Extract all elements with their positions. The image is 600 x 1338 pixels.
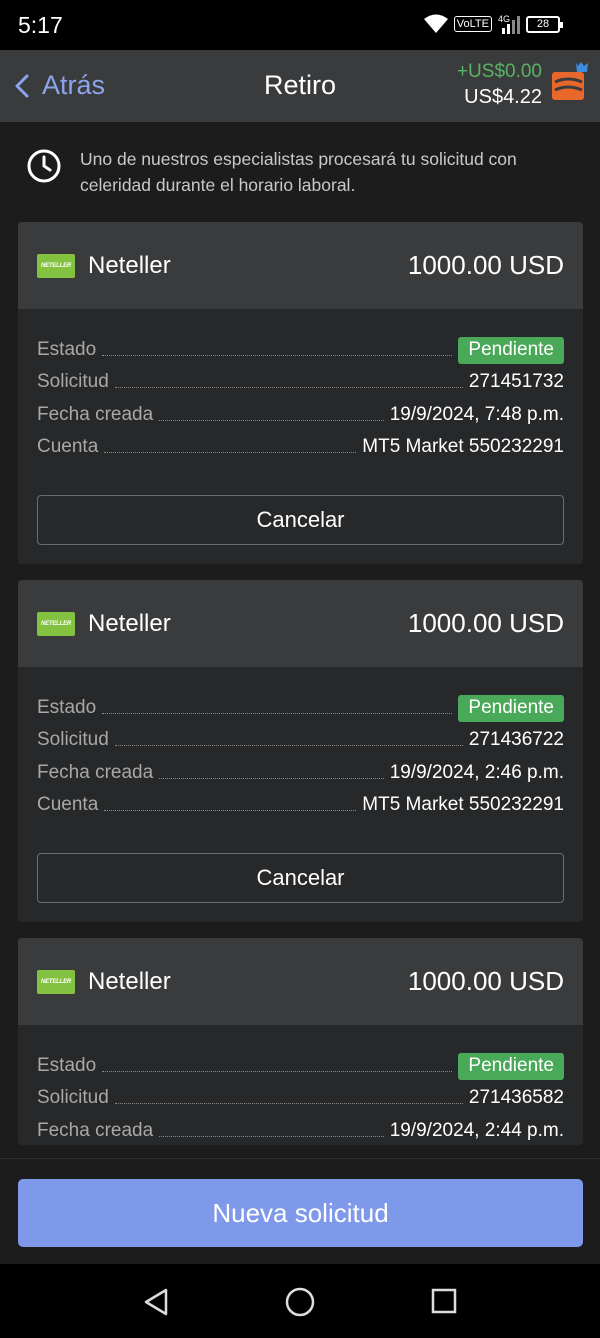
status-row: Estado Pendiente [37, 1047, 564, 1080]
account-row: Cuenta MT5 Market 550232291 [37, 429, 564, 462]
neteller-logo-icon: NETELLER [37, 253, 75, 278]
info-notice: Uno de nuestros especialistas procesará … [26, 146, 576, 198]
status-badge: Pendiente [458, 1052, 564, 1080]
card-header: NETELLER Neteller 1000.00 USD [18, 580, 583, 667]
created-label: Fecha creada [37, 1119, 154, 1141]
created-label: Fecha creada [37, 403, 154, 425]
wifi-icon [423, 14, 448, 33]
withdrawal-amount: 1000.00 USD [407, 966, 564, 996]
request-row: Solicitud 271436582 [37, 1080, 564, 1113]
account-value: MT5 Market 550232291 [362, 436, 564, 457]
account-row: Cuenta MT5 Market 550232291 [37, 787, 564, 820]
created-row: Fecha creada 19/9/2024, 2:46 p.m. [37, 754, 564, 787]
request-row: Solicitud 271451732 [37, 364, 564, 397]
volte-icon: VoLTE [453, 16, 492, 32]
withdrawal-amount: 1000.00 USD [407, 608, 564, 638]
request-id: 271436722 [468, 729, 564, 750]
app-header: Atrás Retiro +US$0.00 US$4.22 [0, 50, 600, 122]
status-label: Estado [37, 338, 97, 360]
created-date: 19/9/2024, 2:46 p.m. [389, 761, 564, 783]
account-label: Cuenta [37, 794, 99, 815]
status-badge: Pendiente [458, 694, 564, 722]
clock-icon [27, 149, 61, 183]
status-time: 5:17 [18, 12, 63, 38]
request-label: Solicitud [37, 371, 109, 392]
cancel-button[interactable]: Cancelar [37, 495, 564, 545]
account-label: Cuenta [37, 436, 99, 457]
account-balance[interactable]: +US$0.00 US$4.22 [457, 60, 542, 110]
balance-change: +US$0.00 [456, 61, 542, 82]
chevron-left-icon [15, 74, 29, 97]
nav-home-icon[interactable] [284, 1286, 316, 1318]
status-label: Estado [37, 1054, 97, 1076]
request-label: Solicitud [37, 729, 109, 750]
request-row: Solicitud 271436722 [37, 722, 564, 755]
payment-method: Neteller [88, 967, 171, 995]
created-row: Fecha creada 19/9/2024, 7:48 p.m. [37, 396, 564, 429]
back-button[interactable]: Atrás [14, 70, 105, 101]
created-label: Fecha creada [37, 761, 154, 783]
new-request-button[interactable]: Nueva solicitud [18, 1179, 583, 1247]
neteller-logo-icon: NETELLER [37, 611, 75, 636]
nav-back-icon[interactable] [142, 1288, 170, 1316]
withdrawal-amount: 1000.00 USD [407, 250, 564, 280]
signal-icon: 4G [498, 14, 520, 34]
status-bar: 5:17 VoLTE 4G 28 [0, 0, 600, 50]
neteller-logo-icon: NETELLER [37, 969, 75, 994]
status-row: Estado Pendiente [37, 689, 564, 722]
system-nav-bar [0, 1264, 600, 1338]
withdrawal-card: NETELLER Neteller 1000.00 USD Estado Pen… [18, 938, 583, 1145]
nav-recent-icon[interactable] [431, 1288, 457, 1314]
status-badge: Pendiente [458, 336, 564, 364]
status-icons: VoLTE 4G 28 [423, 14, 563, 34]
request-id: 271436582 [468, 1087, 564, 1108]
withdrawal-card: NETELLER Neteller 1000.00 USD Estado Pen… [18, 580, 583, 922]
payment-method: Neteller [88, 609, 171, 637]
battery-icon: 28 [526, 15, 563, 33]
status-row: Estado Pendiente [37, 331, 564, 364]
svg-text:4G: 4G [498, 14, 510, 24]
created-date: 19/9/2024, 2:44 p.m. [389, 1119, 564, 1141]
request-label: Solicitud [37, 1087, 109, 1108]
broker-logo-icon[interactable] [550, 62, 592, 104]
cancel-button[interactable]: Cancelar [37, 853, 564, 903]
payment-method: Neteller [88, 251, 171, 279]
created-row: Fecha creada 19/9/2024, 2:44 p.m. [37, 1112, 564, 1145]
balance-total: US$4.22 [464, 86, 542, 108]
bottom-bar: Nueva solicitud [0, 1158, 600, 1264]
card-header: NETELLER Neteller 1000.00 USD [18, 222, 583, 309]
status-label: Estado [37, 696, 97, 718]
card-header: NETELLER Neteller 1000.00 USD [18, 938, 583, 1025]
back-label: Atrás [42, 70, 106, 100]
withdrawal-list[interactable]: Uno de nuestros especialistas procesará … [0, 122, 600, 1158]
request-id: 271451732 [468, 371, 564, 392]
notice-text: Uno de nuestros especialistas procesará … [80, 149, 517, 195]
account-value: MT5 Market 550232291 [362, 794, 564, 815]
withdrawal-card: NETELLER Neteller 1000.00 USD Estado Pen… [18, 222, 583, 564]
created-date: 19/9/2024, 7:48 p.m. [389, 403, 564, 425]
